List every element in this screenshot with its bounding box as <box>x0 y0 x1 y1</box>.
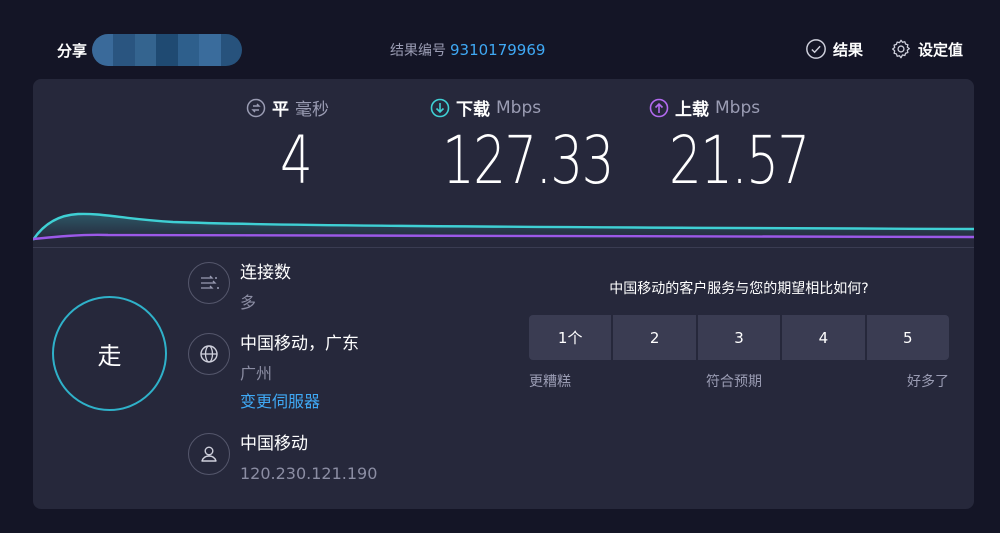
rating-option-4[interactable]: 4 <box>782 315 865 360</box>
settings-button[interactable]: 设定值 <box>890 38 963 60</box>
download-arrow-icon <box>430 98 450 118</box>
rating-option-5[interactable]: 5 <box>866 315 950 360</box>
survey-rating-options: 1个 2 3 4 5 <box>529 315 950 360</box>
scale-high-label: 好多了 <box>907 374 949 390</box>
download-label: 下载 <box>456 100 490 120</box>
results-label: 结果 <box>833 40 864 59</box>
check-circle-icon <box>806 39 826 59</box>
result-id-label: 结果编号 <box>390 43 446 59</box>
upload-label: 上载 <box>675 100 709 120</box>
globe-icon <box>188 333 230 375</box>
top-bar: 分享 结果编号 9310179969 结果 设定值 <box>0 0 1000 78</box>
connections-row: 连接数 多 <box>188 262 291 314</box>
upload-arrow-icon <box>649 98 669 118</box>
server-row: 中国移动，广东 广州 变更伺服器 <box>188 333 359 413</box>
go-button[interactable]: 走 <box>52 296 167 411</box>
ping-metric: 平 毫秒 4 <box>246 95 329 199</box>
results-button[interactable]: 结果 <box>805 38 863 60</box>
ping-icon <box>246 98 266 118</box>
rating-option-2[interactable]: 2 <box>613 315 696 360</box>
connections-icon <box>188 262 230 304</box>
result-panel: 平 毫秒 4 下载 Mbps 127.33 上载 Mbps 21.57 走 连接… <box>33 79 974 509</box>
divider <box>33 247 974 248</box>
upload-metric: 上载 Mbps 21.57 <box>649 95 848 199</box>
provider-row: 中国移动 120.230.121.190 <box>188 433 377 485</box>
download-value: 127.33 <box>442 122 614 199</box>
ping-label: 平 <box>272 100 289 120</box>
survey-question: 中国移动的客户服务与您的期望相比如何? <box>609 281 869 297</box>
ping-value: 4 <box>280 122 313 199</box>
settings-label: 设定值 <box>918 40 964 59</box>
scale-low-label: 更糟糕 <box>529 374 571 390</box>
person-icon <box>188 433 230 475</box>
gear-icon <box>892 39 910 59</box>
rating-option-1[interactable]: 1个 <box>529 315 612 360</box>
connections-value: 多 <box>240 293 257 312</box>
share-links-obscured[interactable] <box>92 34 242 66</box>
scale-mid-label: 符合预期 <box>706 374 762 390</box>
speed-graph <box>33 212 974 241</box>
upload-value: 21.57 <box>669 122 810 199</box>
download-metric: 下载 Mbps 127.33 <box>430 95 661 199</box>
provider-ip: 120.230.121.190 <box>240 464 378 483</box>
server-title: 中国移动，广东 <box>240 334 359 354</box>
result-id: 结果编号 9310179969 <box>390 40 545 60</box>
ping-unit: 毫秒 <box>295 100 329 120</box>
share-label[interactable]: 分享 <box>57 40 87 61</box>
upload-unit: Mbps <box>715 97 761 118</box>
server-location: 广州 <box>240 364 273 383</box>
change-server-link[interactable]: 变更伺服器 <box>240 391 359 413</box>
connections-title: 连接数 <box>240 263 291 283</box>
result-id-number[interactable]: 9310179969 <box>450 41 545 59</box>
download-unit: Mbps <box>496 97 542 118</box>
rating-option-3[interactable]: 3 <box>697 315 781 360</box>
provider-name: 中国移动 <box>240 434 308 454</box>
